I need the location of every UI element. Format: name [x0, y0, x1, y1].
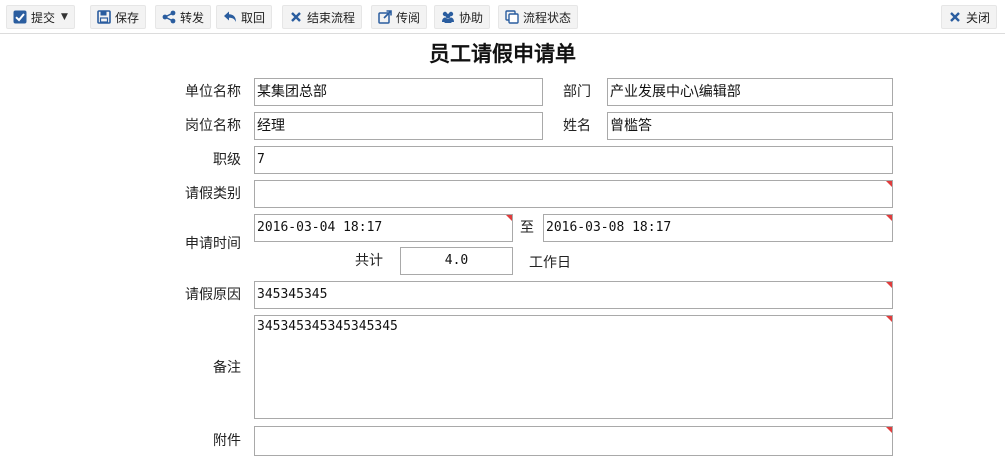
copy-icon [505, 10, 519, 24]
leave-type-label: 请假类别 [185, 186, 241, 202]
start-time-field[interactable]: 2016-03-04 18:17 [254, 214, 513, 242]
end-flow-button[interactable]: 结束流程 [282, 5, 363, 29]
save-label: 保存 [115, 10, 140, 25]
reason-label: 请假原因 [185, 287, 241, 303]
close-label: 关闭 [966, 10, 991, 25]
chevron-down-icon[interactable]: ▼ [61, 12, 68, 22]
apply-time-label: 申请时间 [185, 236, 241, 252]
unit-name-label: 单位名称 [185, 84, 241, 100]
end-flow-label: 结束流程 [307, 10, 356, 25]
flow-status-label: 流程状态 [523, 10, 572, 25]
floppy-icon [97, 10, 111, 24]
share-icon [162, 10, 176, 24]
users-icon [441, 10, 455, 24]
attachment-field[interactable] [254, 426, 893, 456]
x-icon [289, 10, 303, 24]
reply-icon [223, 10, 237, 24]
position-label: 岗位名称 [185, 118, 241, 134]
page-title: 员工请假申请单 [429, 41, 576, 66]
attachment-label: 附件 [213, 433, 241, 449]
assist-label: 协助 [459, 10, 484, 25]
total-days-field[interactable]: 4.0 [400, 247, 513, 275]
unit-name-field[interactable]: 某集团总部 [254, 78, 543, 106]
submit-label: 提交 [31, 10, 56, 25]
rank-label: 职级 [213, 152, 241, 168]
forward-label: 转发 [180, 10, 205, 25]
save-button[interactable]: 保存 [90, 5, 147, 29]
assist-button[interactable]: 协助 [434, 5, 491, 29]
retrieve-label: 取回 [241, 10, 266, 25]
workday-label: 工作日 [529, 255, 571, 271]
circulate-label: 传阅 [396, 10, 421, 25]
total-label: 共计 [355, 253, 383, 269]
flow-status-button[interactable]: 流程状态 [498, 5, 579, 29]
retrieve-button[interactable]: 取回 [216, 5, 273, 29]
end-time-field[interactable]: 2016-03-08 18:17 [543, 214, 893, 242]
to-label: 至 [520, 220, 534, 236]
remark-label: 备注 [213, 360, 241, 376]
department-label: 部门 [563, 84, 591, 100]
rank-field[interactable]: 7 [254, 146, 893, 174]
remark-textarea[interactable]: 345345345345345345 [254, 315, 893, 419]
department-field[interactable]: 产业发展中心\编辑部 [607, 78, 893, 106]
position-field[interactable]: 经理 [254, 112, 543, 140]
forward-button[interactable]: 转发 [155, 5, 212, 29]
external-link-icon [378, 10, 392, 24]
leave-type-field[interactable] [254, 180, 893, 208]
close-button[interactable]: 关闭 [941, 5, 998, 29]
name-field[interactable]: 曾槛答 [607, 112, 893, 140]
checkbox-icon [13, 10, 27, 24]
circulate-button[interactable]: 传阅 [371, 5, 428, 29]
reason-field[interactable]: 345345345 [254, 281, 893, 309]
name-label: 姓名 [563, 118, 591, 134]
toolbar: 提交 ▼ 保存 转发 取回 结束流程 传阅 协助 流程状态 关闭 [0, 0, 1005, 34]
submit-button[interactable]: 提交 ▼ [6, 5, 75, 29]
x-icon [948, 10, 962, 24]
